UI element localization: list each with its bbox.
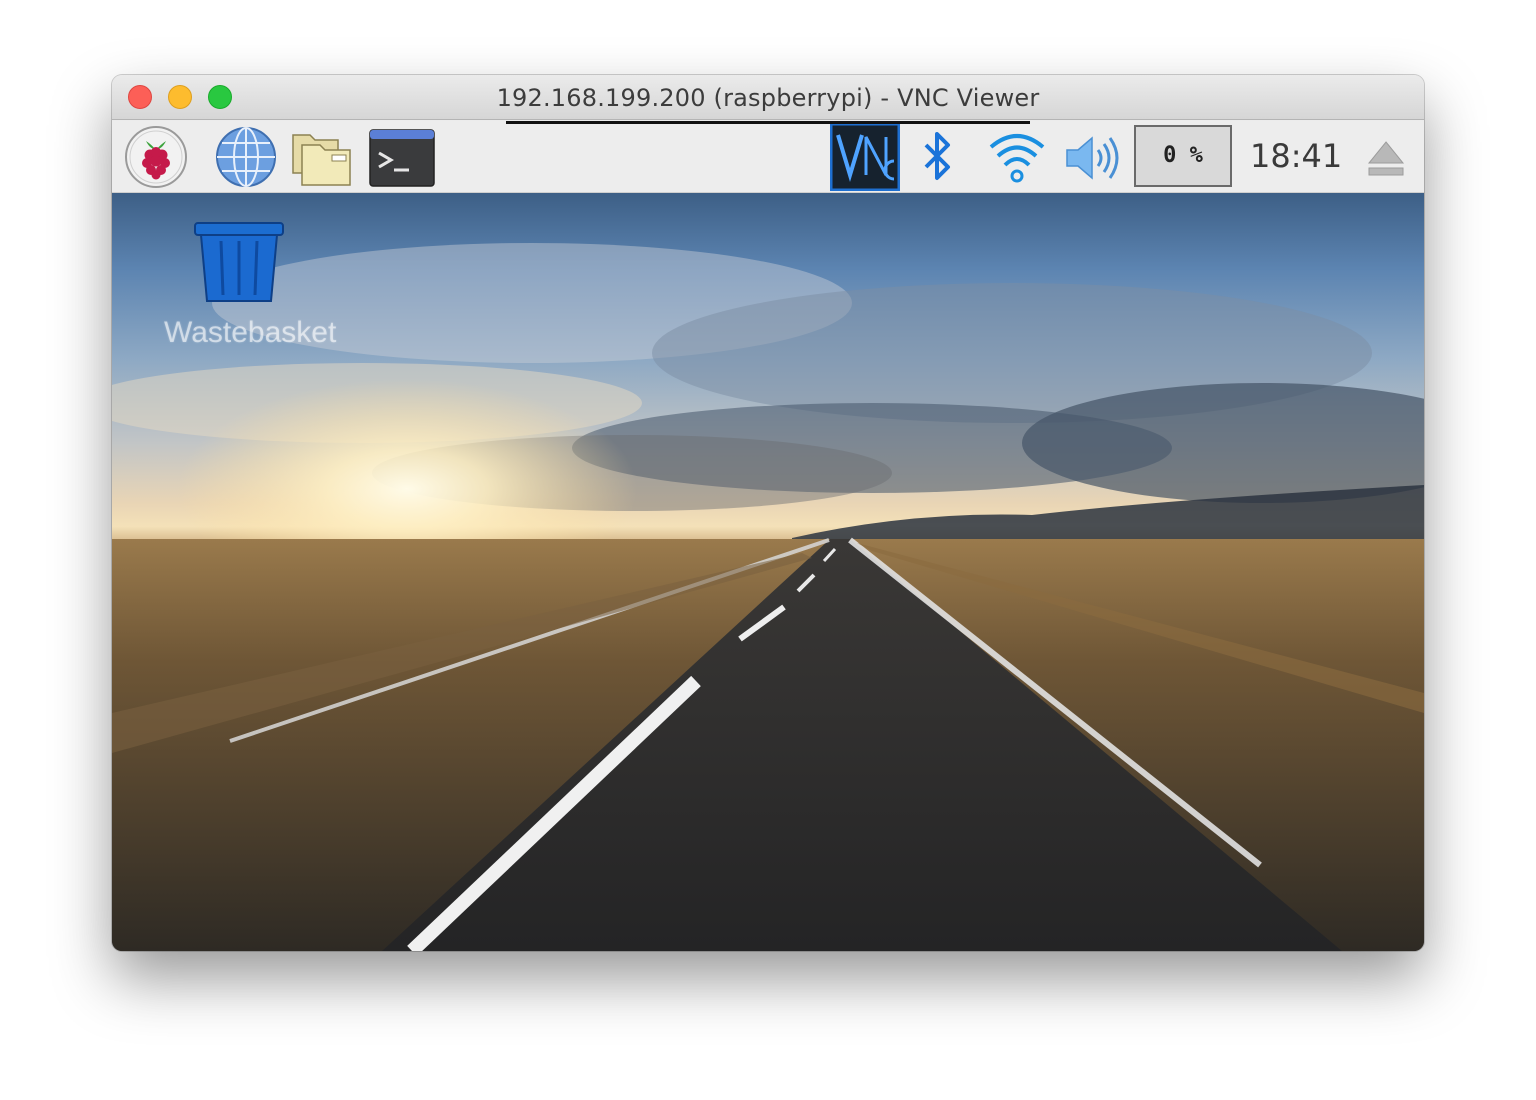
- desktop[interactable]: Wastebasket: [112, 193, 1424, 951]
- terminal-icon: [369, 129, 435, 187]
- volume-button[interactable]: [1064, 133, 1122, 183]
- web-browser-button[interactable]: [214, 125, 278, 189]
- wastebasket-label: Wastebasket: [164, 316, 337, 349]
- vnc-viewer-window: 192.168.199.200 (raspberrypi) - VNC View…: [112, 75, 1424, 951]
- bluetooth-button[interactable]: [918, 129, 958, 187]
- folder-icon: [292, 134, 351, 186]
- raspberry-icon: [125, 126, 187, 188]
- terminal-button[interactable]: [369, 129, 435, 187]
- title-bar[interactable]: 192.168.199.200 (raspberrypi) - VNC View…: [112, 75, 1424, 120]
- speaker-icon: [1066, 136, 1119, 180]
- wifi-button[interactable]: [988, 131, 1046, 185]
- vnc-server-tray-button[interactable]: [829, 122, 901, 192]
- clock[interactable]: 18:41: [1250, 137, 1342, 175]
- title-focus-underline: [506, 121, 1030, 124]
- trash-icon: [194, 222, 284, 302]
- file-manager-button[interactable]: [290, 127, 356, 189]
- eject-icon: [1367, 141, 1405, 176]
- raspberry-menu-button[interactable]: [124, 125, 188, 189]
- bluetooth-icon: [924, 132, 950, 180]
- cpu-usage-monitor[interactable]: 0 %: [1134, 125, 1232, 187]
- window-title: 192.168.199.200 (raspberrypi) - VNC View…: [496, 84, 1040, 112]
- globe-icon: [216, 127, 276, 187]
- wifi-icon: [989, 134, 1045, 183]
- wastebasket-desktop-icon[interactable]: Wastebasket: [164, 217, 337, 350]
- taskbar: 0 % 18:41: [112, 121, 1424, 193]
- eject-button[interactable]: [1366, 139, 1406, 177]
- vnc-icon: [829, 122, 901, 192]
